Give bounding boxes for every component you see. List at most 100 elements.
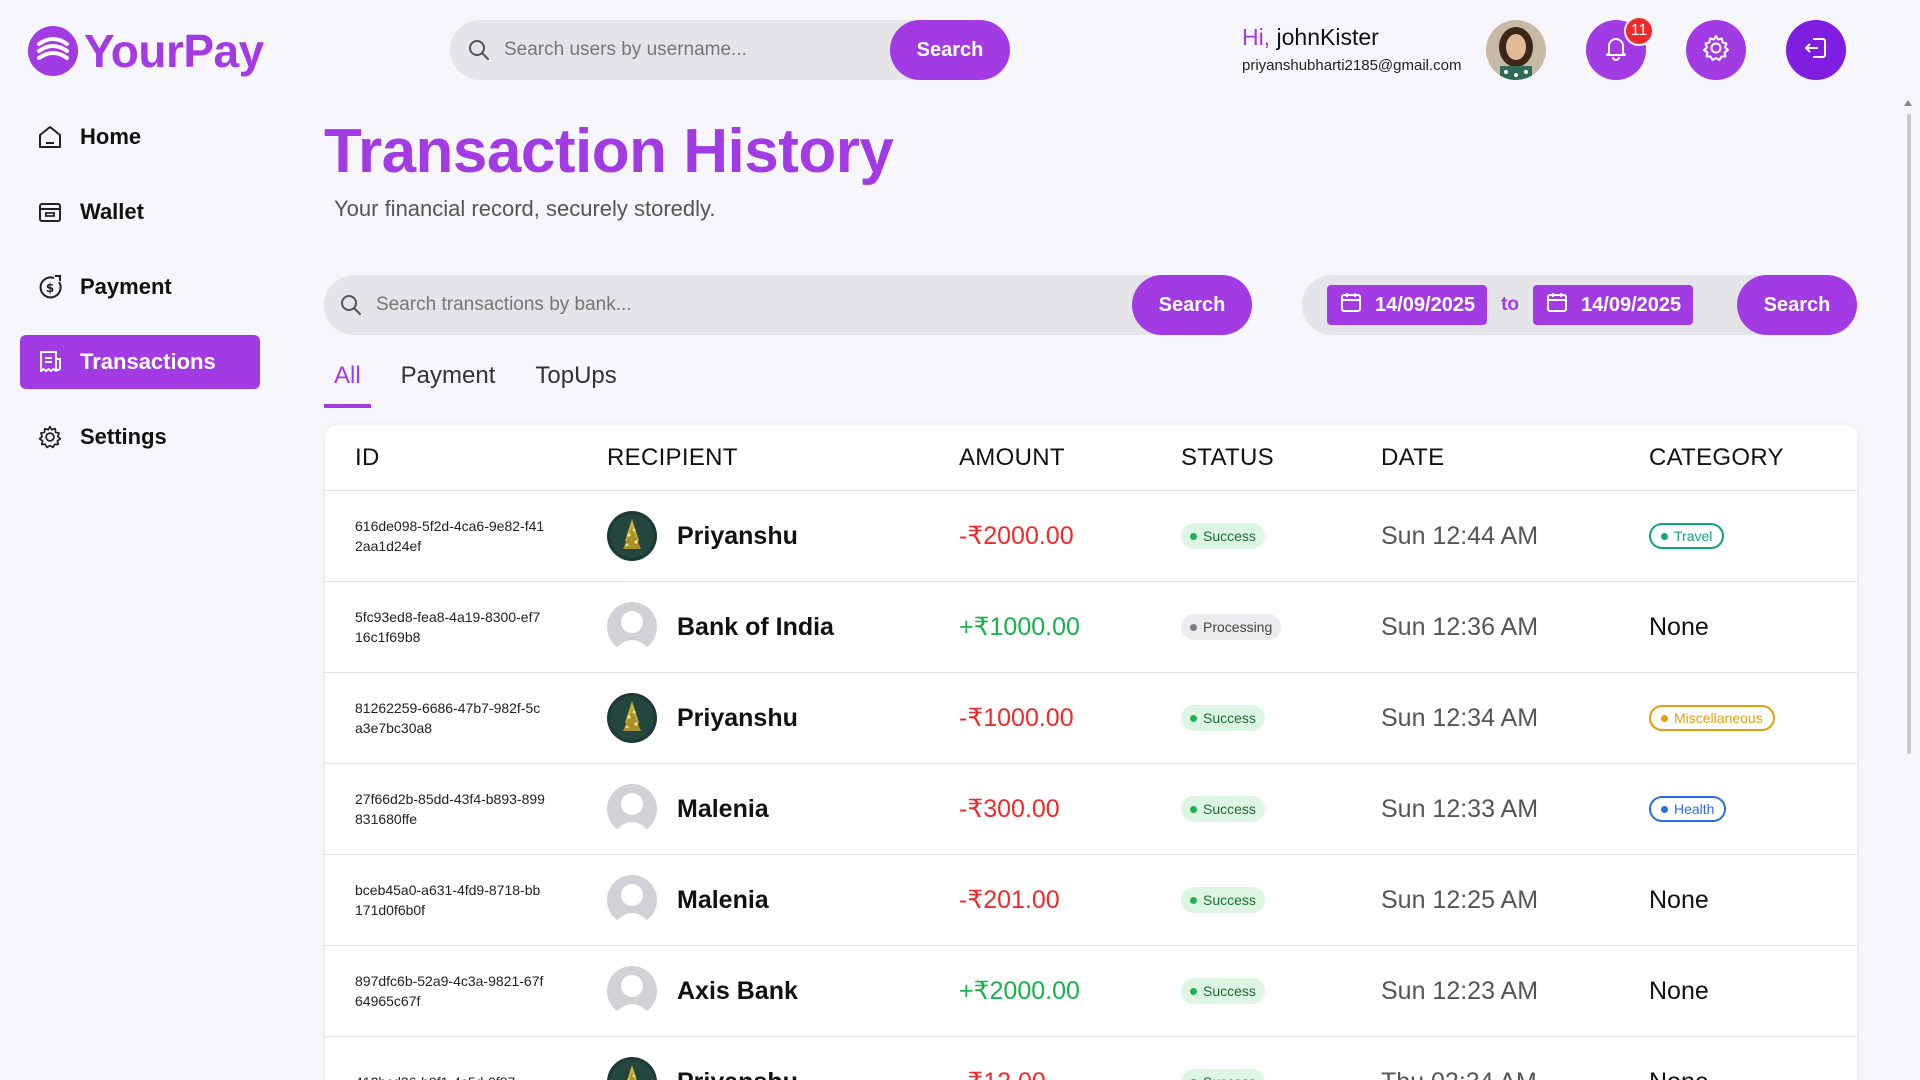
- gear-icon: [36, 423, 64, 451]
- recipient-name: Priyanshu: [677, 1068, 798, 1080]
- category-cell: Health: [1649, 796, 1727, 822]
- amount-value: -₹201.00: [959, 886, 1060, 914]
- date-to-value: 14/09/2025: [1581, 293, 1682, 316]
- category-cell: Miscellaneous: [1649, 705, 1775, 731]
- category-none: None: [1649, 612, 1709, 641]
- category-cell: None: [1649, 613, 1709, 642]
- recipient-avatar: [607, 875, 657, 925]
- recipient-cell: Priyanshu: [607, 511, 798, 561]
- transaction-id: 81262259-6686-47b7-982f-5ca3e7bc30a8: [355, 700, 541, 736]
- tab-payment[interactable]: Payment: [391, 358, 506, 408]
- sidebar-item-label: Home: [80, 124, 142, 149]
- status-badge: Success: [1181, 796, 1265, 822]
- page-title: Transaction History: [324, 117, 894, 186]
- status-label: Success: [1203, 528, 1256, 544]
- sidebar-item-payment[interactable]: $ Payment: [20, 260, 260, 314]
- recipient-avatar: [607, 602, 657, 652]
- user-avatar[interactable]: [1486, 20, 1546, 80]
- transaction-search-input[interactable]: [376, 294, 1132, 316]
- sidebar-nav: Home Wallet $ Payment Transactions Setti…: [20, 110, 260, 485]
- date-to-picker[interactable]: 14/09/2025: [1533, 285, 1694, 325]
- category-none: None: [1649, 1068, 1709, 1080]
- date-search-button[interactable]: Search: [1737, 275, 1857, 335]
- gear-icon: [1701, 33, 1731, 68]
- scrollbar-thumb[interactable]: [1907, 114, 1911, 754]
- date-from-picker[interactable]: 14/09/2025: [1327, 285, 1488, 325]
- date-value: Thu 02:34 AM: [1381, 1068, 1537, 1080]
- recipient-cell: Malenia: [607, 784, 769, 834]
- table-row[interactable]: 616de098-5f2d-4ca6-9e82-f412aa1d24ef Pri…: [325, 491, 1857, 582]
- date-value: Sun 12:34 AM: [1381, 703, 1539, 732]
- category-cell: None: [1649, 977, 1709, 1006]
- user-search-button[interactable]: Search: [890, 20, 1010, 80]
- status-label: Success: [1203, 892, 1256, 908]
- recipient-name: Priyanshu: [677, 703, 798, 732]
- home-icon: [36, 123, 64, 151]
- calendar-icon: [1545, 290, 1569, 320]
- scroll-up-icon[interactable]: [1904, 100, 1912, 106]
- table-row[interactable]: 897dfc6b-52a9-4c3a-9821-67f64965c67f Axi…: [325, 946, 1857, 1037]
- header-category: CATEGORY: [1649, 443, 1784, 471]
- date-value: Sun 12:44 AM: [1381, 521, 1539, 550]
- category-badge: Miscellaneous: [1649, 705, 1775, 731]
- status-cell: Success: [1181, 705, 1265, 731]
- sidebar-item-home[interactable]: Home: [20, 110, 260, 164]
- tab-all[interactable]: All: [324, 358, 371, 408]
- category-cell: None: [1649, 886, 1709, 915]
- status-badge: Success: [1181, 887, 1265, 913]
- date-value: Sun 12:23 AM: [1381, 976, 1539, 1005]
- header-id: ID: [355, 443, 380, 471]
- svg-text:$: $: [46, 281, 54, 295]
- page-scrollbar[interactable]: [1904, 100, 1914, 760]
- user-email: priyanshubharti2185@gmail.com: [1242, 57, 1462, 74]
- table-row[interactable]: 27f66d2b-85dd-43f4-b893-899831680ffe Mal…: [325, 764, 1857, 855]
- sidebar-item-wallet[interactable]: Wallet: [20, 185, 260, 239]
- user-search-input[interactable]: [504, 39, 890, 61]
- category-label: Health: [1674, 801, 1715, 817]
- date-value: Sun 12:36 AM: [1381, 612, 1539, 641]
- user-search-bar: Search: [450, 20, 1010, 80]
- recipient-avatar: [607, 784, 657, 834]
- transaction-id: 897dfc6b-52a9-4c3a-9821-67f64965c67f: [355, 973, 544, 1009]
- transaction-search-button[interactable]: Search: [1132, 275, 1252, 335]
- logout-button[interactable]: [1786, 20, 1846, 80]
- date-value: Sun 12:33 AM: [1381, 794, 1539, 823]
- recipient-name: Malenia: [677, 794, 769, 823]
- sidebar-item-label: Transactions: [80, 349, 216, 374]
- recipient-cell: Malenia: [607, 875, 769, 925]
- category-cell: None: [1649, 1068, 1709, 1080]
- recipient-avatar: [607, 1057, 657, 1080]
- date-value: Sun 12:25 AM: [1381, 885, 1539, 914]
- recipient-cell: Axis Bank: [607, 966, 798, 1016]
- recipient-cell: Priyanshu: [607, 693, 798, 743]
- category-label: Miscellaneous: [1674, 710, 1763, 726]
- status-badge: Processing: [1181, 614, 1282, 640]
- sidebar-item-settings[interactable]: Settings: [20, 410, 260, 464]
- table-row[interactable]: 412bcd36-b9f1-4c5d-9f87- Priyanshu -₹12.…: [325, 1037, 1857, 1080]
- tab-topups[interactable]: TopUps: [525, 358, 626, 408]
- recipient-avatar: [607, 966, 657, 1016]
- calendar-icon: [1339, 290, 1363, 320]
- table-row[interactable]: 5fc93ed8-fea8-4a19-8300-ef716c1f69b8 Ban…: [325, 582, 1857, 673]
- sidebar-item-transactions[interactable]: Transactions: [20, 335, 260, 389]
- search-icon: [338, 292, 364, 318]
- status-badge: Success: [1181, 523, 1265, 549]
- status-cell: Success: [1181, 1069, 1265, 1080]
- greeting-prefix: Hi,: [1242, 24, 1271, 50]
- status-badge: Success: [1181, 705, 1265, 731]
- status-cell: Success: [1181, 978, 1265, 1004]
- table-row[interactable]: 81262259-6686-47b7-982f-5ca3e7bc30a8 Pri…: [325, 673, 1857, 764]
- wallet-icon: [36, 198, 64, 226]
- category-cell: Travel: [1649, 523, 1725, 549]
- brand-logo[interactable]: YourPay: [28, 24, 264, 78]
- username: johnKister: [1276, 24, 1379, 50]
- amount-value: -₹1000.00: [959, 704, 1074, 732]
- sidebar-item-label: Payment: [80, 274, 172, 299]
- table-row[interactable]: bceb45a0-a631-4fd9-8718-bb171d0f6b0f Mal…: [325, 855, 1857, 946]
- amount-value: -₹12.00: [959, 1067, 1046, 1080]
- settings-button[interactable]: [1686, 20, 1746, 80]
- sidebar-item-label: Settings: [80, 424, 167, 449]
- recipient-avatar: [607, 511, 657, 561]
- brand-name: YourPay: [84, 25, 264, 77]
- page-subtitle: Your financial record, securely storedly…: [334, 196, 716, 221]
